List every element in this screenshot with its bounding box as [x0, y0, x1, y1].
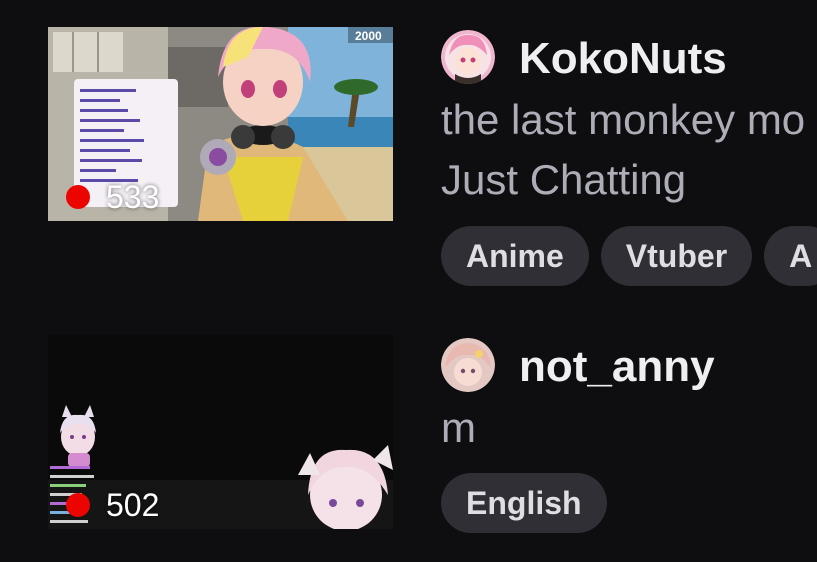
tag-english[interactable]: English [441, 473, 607, 533]
channel-avatar[interactable] [441, 30, 495, 84]
stream-category[interactable]: Just Chatting [441, 155, 686, 205]
viewer-count: 533 [106, 179, 160, 215]
channel-name[interactable]: KokoNuts [519, 33, 727, 85]
stream-card: 502 not_anny m English [0, 335, 817, 535]
stream-thumbnail[interactable]: 2000 533 [48, 27, 393, 221]
stream-card: 2000 533 KokoNuts the last monkey mo Jus… [0, 27, 817, 297]
stream-title[interactable]: the last monkey mo [441, 95, 805, 145]
stream-list: 2000 533 KokoNuts the last monkey mo Jus… [0, 0, 817, 562]
tag-anime[interactable]: Anime [441, 226, 589, 286]
tag-list: English [441, 473, 607, 533]
viewer-overlay: 533 [66, 179, 159, 215]
tag-list: Anime Vtuber A [441, 226, 817, 286]
live-indicator-icon [66, 185, 90, 209]
stream-title[interactable]: m [441, 403, 476, 453]
live-indicator-icon [66, 493, 90, 517]
channel-avatar[interactable] [441, 338, 495, 392]
thumbnail-badge: 2000 [355, 29, 382, 43]
tag-vtuber[interactable]: Vtuber [600, 226, 753, 286]
channel-name[interactable]: not_anny [519, 341, 715, 393]
avatar-image [441, 338, 495, 392]
stream-thumbnail[interactable]: 502 [48, 335, 393, 529]
avatar-image [441, 30, 495, 84]
viewer-count: 502 [106, 487, 160, 523]
viewer-overlay: 502 [66, 487, 159, 523]
tag-partial[interactable]: A [764, 226, 817, 286]
